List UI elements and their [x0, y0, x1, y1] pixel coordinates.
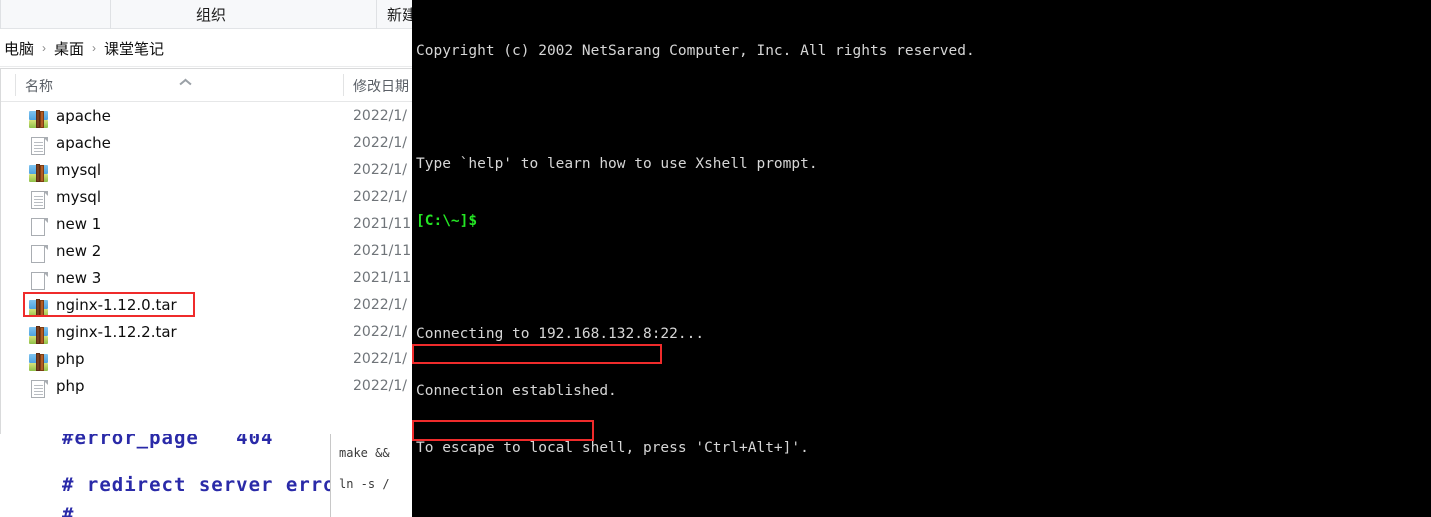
- file-name: new 1: [56, 214, 102, 233]
- file-row[interactable]: mysql 2022/1/: [1, 183, 430, 210]
- background-snippet-window[interactable]: make && ln -s /: [330, 425, 412, 517]
- file-row[interactable]: new 1 2021/11: [1, 210, 430, 237]
- file-icon: [29, 272, 48, 291]
- xshell-terminal-window[interactable]: Copyright (c) 2002 NetSarang Computer, I…: [412, 0, 1431, 517]
- editor-code-line: #: [62, 504, 75, 517]
- file-date: 2022/1/: [353, 188, 407, 205]
- file-row[interactable]: apache 2022/1/: [1, 102, 430, 129]
- chevron-right-icon: ›: [42, 41, 47, 55]
- terminal-line-connecting: Connecting to 192.168.132.8:22...: [416, 326, 705, 343]
- file-row[interactable]: apache 2022/1/: [1, 129, 430, 156]
- archive-icon: [29, 164, 48, 183]
- terminal-line-help-hint: Type `help' to learn how to use Xshell p…: [416, 156, 818, 173]
- file-icon: [29, 218, 48, 237]
- terminal-local-prompt: [C:\~]$: [416, 212, 478, 229]
- file-list-pane: 名称 修改日期 apache 2022/1/apache 2022/1/mysql 2…: [0, 68, 430, 434]
- file-row[interactable]: new 2 2021/11: [1, 237, 430, 264]
- breadcrumb-item-computer[interactable]: 电脑: [4, 38, 34, 59]
- terminal-output: Copyright (c) 2002 NetSarang Computer, I…: [416, 4, 1431, 517]
- file-name: new 2: [56, 241, 102, 260]
- snippet-line: ln -s /: [339, 477, 390, 491]
- file-date: 2022/1/: [353, 134, 407, 151]
- terminal-line-established: Connection established.: [416, 383, 617, 400]
- file-row[interactable]: php 2022/1/: [1, 345, 430, 372]
- file-date: 2022/1/: [353, 296, 407, 313]
- file-explorer-window[interactable]: 组织 新建 电脑 › 桌面 › 课堂笔记 名称 修改日期 apache 2022/…: [0, 0, 430, 434]
- terminal-line-escape-hint: To escape to local shell, press 'Ctrl+Al…: [416, 439, 809, 456]
- snippet-line: make &&: [339, 446, 390, 460]
- file-icon: [29, 245, 48, 264]
- archive-icon: [29, 326, 48, 345]
- column-header-name[interactable]: 名称: [25, 76, 53, 96]
- file-row[interactable]: mysql 2022/1/: [1, 156, 430, 183]
- chevron-right-icon: ›: [92, 41, 97, 55]
- file-name: new 3: [56, 268, 102, 287]
- screen: #error_page 404 # redirect server erro #…: [0, 0, 1431, 517]
- editor-code-line: # redirect server erro: [62, 474, 336, 496]
- file-name: apache: [56, 106, 111, 125]
- file-date: 2021/11: [353, 215, 412, 232]
- toolbar-organize-button[interactable]: 组织: [196, 4, 226, 25]
- file-row[interactable]: nginx-1.12.0.tar 2022/1/: [1, 291, 430, 318]
- document-icon: [29, 137, 48, 156]
- file-list[interactable]: apache 2022/1/apache 2022/1/mysql 2022/1/my…: [1, 102, 430, 399]
- archive-icon: [29, 110, 48, 129]
- archive-icon: [29, 299, 48, 318]
- file-date: 2022/1/: [353, 377, 407, 394]
- file-name: nginx-1.12.0.tar: [56, 295, 177, 314]
- column-header-date[interactable]: 修改日期: [353, 76, 409, 96]
- explorer-toolbar: 组织 新建: [0, 0, 430, 29]
- file-row[interactable]: php 2022/1/: [1, 372, 430, 399]
- file-name: apache: [56, 133, 111, 152]
- file-date: 2021/11: [353, 242, 412, 259]
- sort-ascending-icon: [179, 78, 192, 86]
- breadcrumb-item-desktop[interactable]: 桌面: [54, 38, 84, 59]
- breadcrumb-item-current-folder[interactable]: 课堂笔记: [104, 38, 164, 59]
- file-date: 2022/1/: [353, 107, 407, 124]
- file-date: 2022/1/: [353, 350, 407, 367]
- file-row[interactable]: new 3 2021/11: [1, 264, 430, 291]
- file-date: 2022/1/: [353, 161, 407, 178]
- archive-icon: [29, 353, 48, 372]
- file-name: php: [56, 349, 85, 368]
- column-headers: 名称 修改日期: [1, 69, 430, 102]
- file-name: mysql: [56, 187, 101, 206]
- terminal-line-copyright: Copyright (c) 2002 NetSarang Computer, I…: [416, 42, 975, 59]
- file-name: mysql: [56, 160, 101, 179]
- file-name: php: [56, 376, 85, 395]
- file-row[interactable]: nginx-1.12.2.tar 2022/1/: [1, 318, 430, 345]
- file-date: 2021/11: [353, 269, 412, 286]
- document-icon: [29, 191, 48, 210]
- breadcrumb[interactable]: 电脑 › 桌面 › 课堂笔记: [0, 30, 430, 67]
- file-name: nginx-1.12.2.tar: [56, 322, 177, 341]
- file-date: 2022/1/: [353, 323, 407, 340]
- document-icon: [29, 380, 48, 399]
